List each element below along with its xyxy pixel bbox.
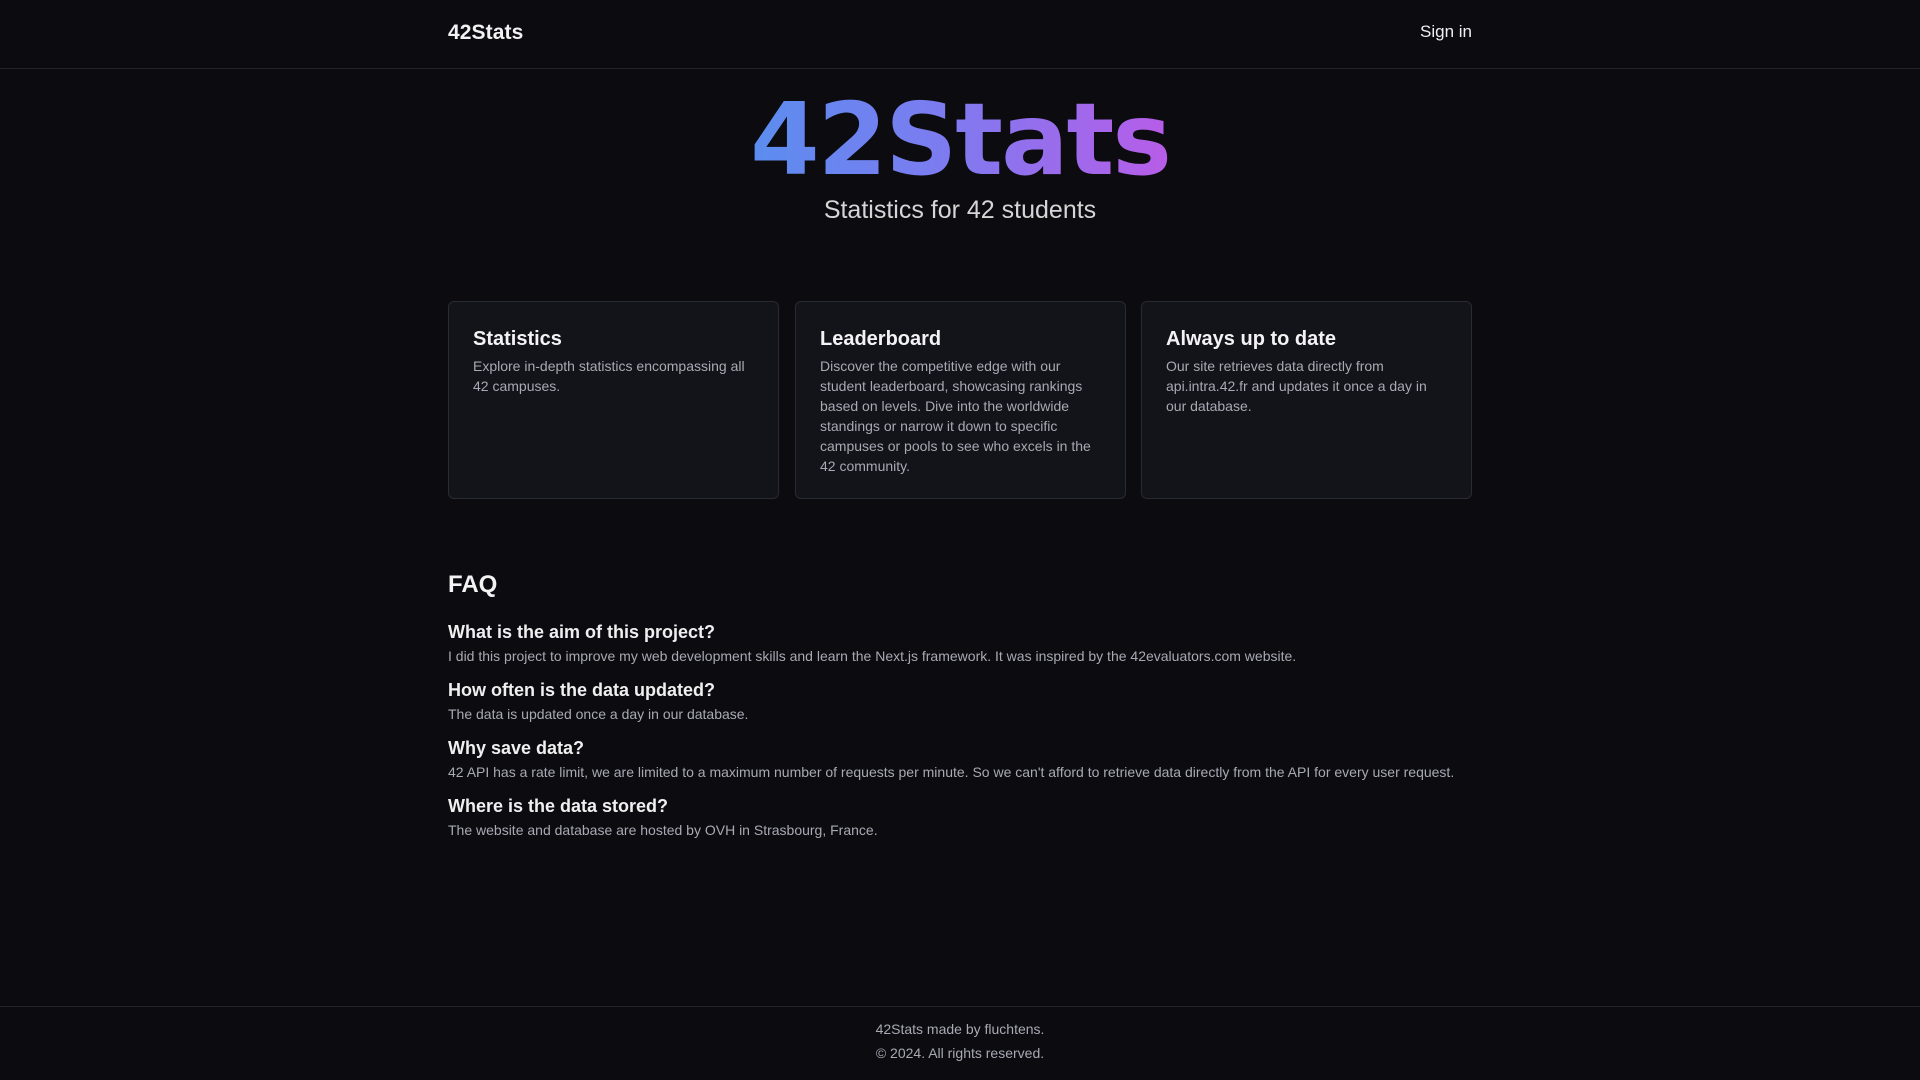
feature-card-statistics: Statistics Explore in-depth statistics e… xyxy=(448,301,779,499)
faq-item: What is the aim of this project? I did t… xyxy=(448,622,1472,666)
feature-card-title: Statistics xyxy=(473,328,562,350)
brand-logo-link[interactable]: 42Stats xyxy=(448,21,523,45)
feature-card-title: Always up to date xyxy=(1166,328,1337,350)
hero-title-text: 42Stats xyxy=(750,81,1172,198)
sign-in-link[interactable]: Sign in xyxy=(1420,22,1472,42)
faq-answer: The website and database are hosted by O… xyxy=(448,822,878,838)
faq-item: How often is the data updated? The data … xyxy=(448,680,1472,724)
feature-card-up-to-date: Always up to date Our site retrieves dat… xyxy=(1141,301,1472,499)
hero-subtitle: Statistics for 42 students xyxy=(823,196,1097,224)
footer-copyright: © 2024. All rights reserved. xyxy=(875,1045,1045,1061)
faq-answer: The data is updated once a day in our da… xyxy=(448,706,749,722)
feature-card-text: Explore in-depth statistics encompassing… xyxy=(473,358,745,394)
top-navbar: 42Stats Sign in xyxy=(0,0,1920,69)
faq-answer: I did this project to improve my web dev… xyxy=(448,648,1297,664)
faq-answer: 42 API has a rate limit, we are limited … xyxy=(448,764,1455,780)
feature-card-text: Our site retrieves data directly from ap… xyxy=(1166,358,1427,414)
faq-question: How often is the data updated? xyxy=(448,680,716,700)
footer-made-by: 42Stats made by fluchtens. xyxy=(875,1021,1045,1037)
hero-title: 42Stats xyxy=(0,80,1920,200)
faq-item: Where is the data stored? The website an… xyxy=(448,796,1472,840)
feature-card-text: Discover the competitive edge with our s… xyxy=(820,358,1091,474)
feature-card-leaderboard: Leaderboard Discover the competitive edg… xyxy=(795,301,1126,499)
faq-list: What is the aim of this project? I did t… xyxy=(448,622,1472,854)
footer: 42Stats made by fluchtens. © 2024. All r… xyxy=(0,1006,1920,1080)
faq-item: Why save data? 42 API has a rate limit, … xyxy=(448,738,1472,782)
page: 42Stats Sign in 42Stats Statistics for 4… xyxy=(0,0,1920,1080)
faq-question: What is the aim of this project? xyxy=(448,622,716,642)
feature-card-title: Leaderboard xyxy=(820,328,942,350)
faq-question: Where is the data stored? xyxy=(448,796,669,816)
faq-heading: FAQ xyxy=(448,571,498,598)
faq-question: Why save data? xyxy=(448,738,585,758)
